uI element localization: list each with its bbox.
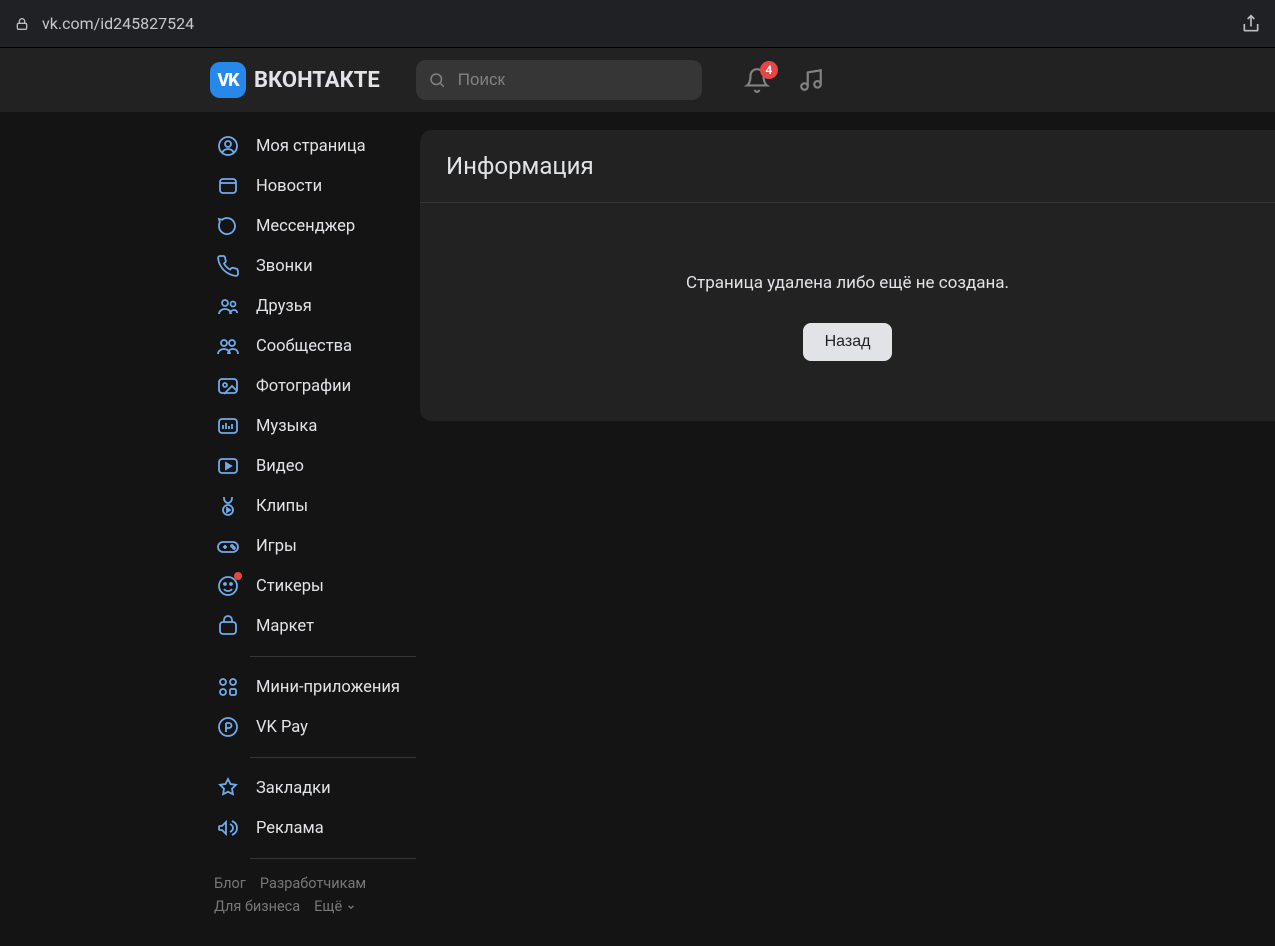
sidebar-item-music[interactable]: Музыка: [210, 406, 420, 446]
sidebar-item-news[interactable]: Новости: [210, 166, 420, 206]
search-icon: [428, 71, 446, 89]
sidebar-item-label: Сообщества: [256, 337, 352, 356]
sidebar-divider: [250, 757, 416, 758]
sidebar-item-apps[interactable]: Мини-приложения: [210, 667, 420, 707]
sidebar-item-profile[interactable]: Моя страница: [210, 126, 420, 166]
music-button[interactable]: [798, 67, 824, 93]
logo[interactable]: VK ВКОНТАКТЕ: [210, 62, 380, 98]
search-input[interactable]: [416, 60, 702, 100]
sidebar-item-label: Игры: [256, 537, 297, 556]
profile-icon: [216, 134, 240, 158]
ads-icon: [216, 816, 240, 840]
sidebar-divider: [250, 858, 416, 859]
sidebar-item-clips[interactable]: Клипы: [210, 486, 420, 526]
friends-icon: [216, 294, 240, 318]
main-content: Информация Страница удалена либо ещё не …: [420, 112, 1275, 946]
notifications-badge: 4: [760, 61, 778, 79]
footer-link[interactable]: Для бизнеса: [214, 898, 300, 915]
notifications-button[interactable]: 4: [744, 67, 770, 93]
sidebar-item-label: Клипы: [256, 497, 308, 516]
sidebar-item-bookmarks[interactable]: Закладки: [210, 768, 420, 808]
sidebar-item-label: Звонки: [256, 257, 313, 276]
stickers-icon: [216, 574, 240, 598]
sidebar-item-photos[interactable]: Фотографии: [210, 366, 420, 406]
apps-icon: [216, 675, 240, 699]
info-message: Страница удалена либо ещё не создана.: [420, 273, 1275, 293]
sidebar-item-ads[interactable]: Реклама: [210, 808, 420, 848]
sidebar-item-video[interactable]: Видео: [210, 446, 420, 486]
sidebar-footer: Блог Разработчикам Для бизнеса Ещё: [210, 869, 420, 915]
sidebar-item-label: Моя страница: [256, 137, 366, 156]
communities-icon: [216, 334, 240, 358]
logo-text: ВКОНТАКТЕ: [254, 68, 380, 93]
sidebar-item-label: Друзья: [256, 297, 312, 316]
header: VK ВКОНТАКТЕ 4: [0, 48, 1275, 112]
games-icon: [216, 534, 240, 558]
sidebar: Моя страница Новости Мессенджер Звонки Друзь…: [210, 112, 420, 946]
bookmarks-icon: [216, 776, 240, 800]
sidebar-item-label: VK Pay: [256, 718, 308, 737]
video-icon: [216, 454, 240, 478]
sidebar-item-label: Новости: [256, 177, 322, 196]
vk-logo-icon: VK: [210, 62, 246, 98]
sidebar-item-label: Стикеры: [256, 577, 324, 596]
sidebar-item-communities[interactable]: Сообщества: [210, 326, 420, 366]
back-button[interactable]: Назад: [803, 323, 893, 361]
sidebar-item-friends[interactable]: Друзья: [210, 286, 420, 326]
new-dot: [234, 572, 242, 580]
sidebar-divider: [250, 656, 416, 657]
sidebar-item-pay[interactable]: VK Pay: [210, 707, 420, 747]
clips-icon: [216, 494, 240, 518]
search-box[interactable]: [416, 60, 702, 100]
sidebar-item-label: Видео: [256, 457, 304, 476]
calls-icon: [216, 254, 240, 278]
footer-link[interactable]: Ещё: [314, 898, 356, 915]
sidebar-item-calls[interactable]: Звонки: [210, 246, 420, 286]
sidebar-item-label: Фотографии: [256, 377, 351, 396]
footer-link[interactable]: Разработчикам: [260, 875, 366, 892]
messenger-icon: [216, 214, 240, 238]
sidebar-item-messenger[interactable]: Мессенджер: [210, 206, 420, 246]
info-card: Информация Страница удалена либо ещё не …: [420, 130, 1275, 421]
browser-url-bar: vk.com/id245827524: [0, 0, 1275, 48]
sidebar-item-label: Закладки: [256, 779, 331, 798]
share-icon[interactable]: [1241, 14, 1261, 34]
sidebar-item-label: Реклама: [256, 819, 324, 838]
sidebar-item-games[interactable]: Игры: [210, 526, 420, 566]
sidebar-item-label: Маркет: [256, 617, 314, 636]
photos-icon: [216, 374, 240, 398]
browser-url[interactable]: vk.com/id245827524: [42, 14, 194, 33]
page-title: Информация: [420, 130, 1275, 202]
market-icon: [216, 614, 240, 638]
music-icon: [216, 414, 240, 438]
footer-link[interactable]: Блог: [214, 875, 246, 892]
sidebar-item-market[interactable]: Маркет: [210, 606, 420, 646]
pay-icon: [216, 715, 240, 739]
lock-icon: [14, 16, 30, 32]
news-icon: [216, 174, 240, 198]
sidebar-item-label: Музыка: [256, 417, 317, 436]
sidebar-item-stickers[interactable]: Стикеры: [210, 566, 420, 606]
sidebar-item-label: Мини-приложения: [256, 678, 400, 697]
sidebar-item-label: Мессенджер: [256, 217, 355, 236]
